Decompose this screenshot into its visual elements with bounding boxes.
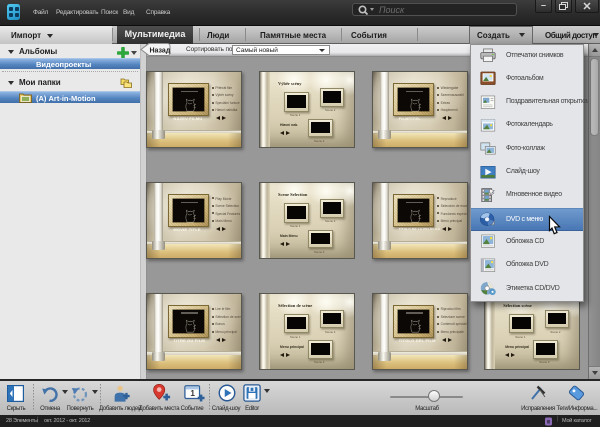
svg-text:1: 1 [190, 389, 195, 398]
svg-text:Назад: Назад [150, 48, 171, 55]
